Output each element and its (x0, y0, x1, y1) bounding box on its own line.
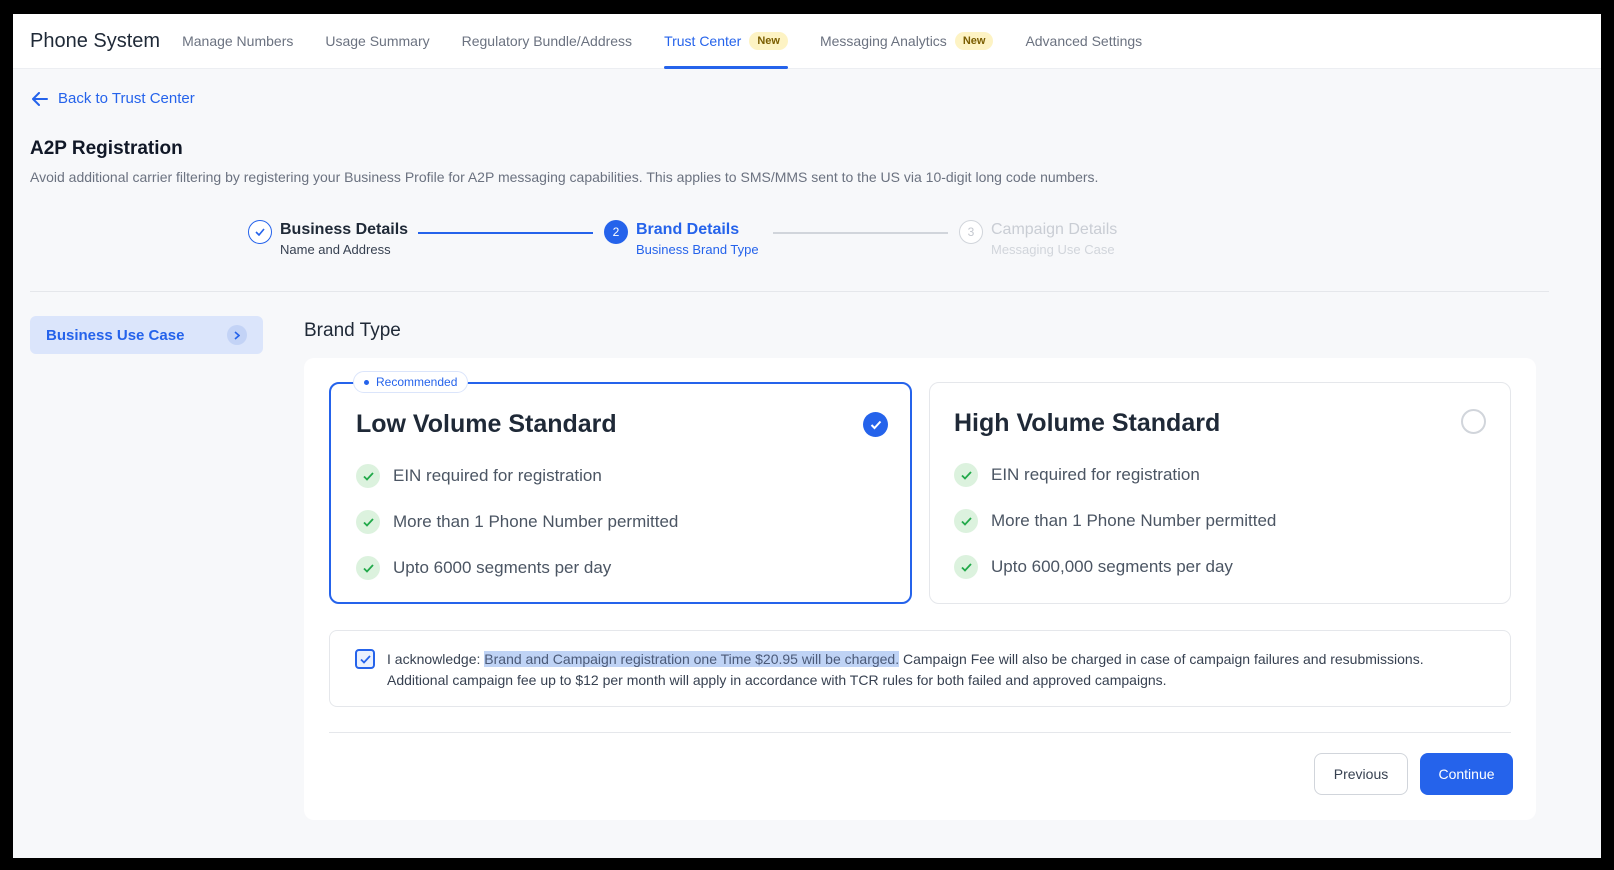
feature-item: EIN required for registration (356, 464, 602, 488)
tab-label: Trust Center (664, 33, 742, 49)
radio-button[interactable] (1461, 409, 1486, 434)
step-connector (418, 232, 593, 234)
card-title: High Volume Standard (954, 409, 1221, 437)
step-title: Brand Details (636, 221, 740, 238)
sidebar-item-label: Business Use Case (46, 326, 185, 344)
feature-text: EIN required for registration (991, 465, 1200, 484)
page-title: A2P Registration (30, 138, 183, 159)
tab-manage-numbers[interactable]: Manage Numbers (182, 14, 293, 69)
step-number: 2 (604, 220, 628, 244)
tab-messaging-analytics[interactable]: Messaging Analytics New (819, 14, 994, 69)
new-badge: New (954, 32, 994, 50)
new-badge: New (749, 32, 788, 50)
back-link-label: Back to Trust Center (58, 90, 195, 107)
back-to-trust-center-link[interactable]: Back to Trust Center (32, 90, 195, 107)
tab-label: Advanced Settings (1025, 33, 1143, 49)
step-subtitle: Messaging Use Case (991, 242, 1115, 257)
registration-stepper: Business Details Name and Address 2 Bran… (248, 219, 1148, 269)
check-icon (954, 509, 978, 533)
acknowledgement-text: I acknowledge: Brand and Campaign regist… (387, 649, 1477, 691)
card-low-volume-standard[interactable]: Recommended Low Volume Standard EIN requ… (329, 371, 912, 604)
tab-usage-summary[interactable]: Usage Summary (325, 14, 429, 69)
step-title: Business Details (280, 221, 409, 238)
brand-type-panel: Recommended Low Volume Standard EIN requ… (304, 358, 1536, 820)
acknowledgement-box: I acknowledge: Brand and Campaign regist… (329, 630, 1511, 707)
tab-trust-center[interactable]: Trust Center New (664, 14, 788, 69)
step-business-details[interactable]: Business Details Name and Address (248, 219, 408, 259)
recommended-badge: Recommended (353, 371, 469, 393)
sidebar-item-business-use-case[interactable]: Business Use Case (30, 316, 263, 354)
tab-label: Regulatory Bundle/Address (461, 33, 633, 49)
divider (30, 291, 1549, 292)
tab-label: Messaging Analytics (819, 33, 947, 49)
step-title: Campaign Details (991, 221, 1118, 238)
dot-icon (364, 379, 369, 385)
feature-item: Upto 600,000 segments per day (954, 555, 1233, 579)
checkmark-icon (359, 654, 371, 664)
check-icon (356, 464, 380, 488)
check-icon (954, 463, 978, 487)
feature-item: Upto 6000 segments per day (356, 556, 611, 580)
tab-label: Usage Summary (325, 33, 430, 49)
feature-text: More than 1 Phone Number permitted (393, 512, 679, 531)
ack-prefix: I acknowledge: (387, 651, 485, 667)
top-nav-bar: Phone System Manage Numbers Usage Summar… (13, 14, 1601, 69)
check-icon (954, 555, 978, 579)
continue-button[interactable]: Continue (1420, 753, 1513, 795)
divider (329, 732, 1511, 733)
chevron-right-icon (227, 325, 247, 345)
check-icon (356, 556, 380, 580)
tab-regulatory-bundle[interactable]: Regulatory Bundle/Address (462, 14, 632, 69)
card-high-volume-standard[interactable]: High Volume Standard EIN required for re… (929, 382, 1511, 604)
feature-text: EIN required for registration (393, 466, 602, 485)
arrow-left-icon (32, 91, 48, 106)
feature-item: EIN required for registration (954, 463, 1200, 487)
app-title: Phone System (30, 29, 161, 52)
app-window: Phone System Manage Numbers Usage Summar… (13, 14, 1601, 858)
feature-text: Upto 600,000 segments per day (991, 557, 1233, 576)
step-subtitle: Business Brand Type (636, 242, 759, 257)
feature-text: Upto 6000 segments per day (393, 558, 612, 577)
acknowledge-checkbox[interactable] (355, 649, 375, 669)
badge-label: Recommended (376, 375, 458, 389)
page-subtitle: Avoid additional carrier filtering by re… (30, 169, 1099, 185)
tab-advanced-settings[interactable]: Advanced Settings (1025, 14, 1142, 69)
card-title: Low Volume Standard (356, 410, 617, 438)
check-icon (248, 220, 272, 244)
selected-check-icon (863, 412, 888, 437)
tab-label: Manage Numbers (182, 33, 294, 49)
feature-item: More than 1 Phone Number permitted (954, 509, 1276, 533)
ack-highlighted-text: Brand and Campaign registration one Time… (484, 651, 900, 667)
previous-button[interactable]: Previous (1314, 753, 1408, 795)
step-campaign-details[interactable]: 3 Campaign Details Messaging Use Case (959, 219, 1117, 259)
feature-item: More than 1 Phone Number permitted (356, 510, 678, 534)
step-connector (773, 232, 948, 234)
step-brand-details[interactable]: 2 Brand Details Business Brand Type (604, 219, 759, 259)
check-icon (356, 510, 380, 534)
feature-text: More than 1 Phone Number permitted (991, 511, 1277, 530)
section-title: Brand Type (304, 320, 401, 341)
step-subtitle: Name and Address (280, 242, 391, 257)
step-number: 3 (959, 220, 983, 244)
